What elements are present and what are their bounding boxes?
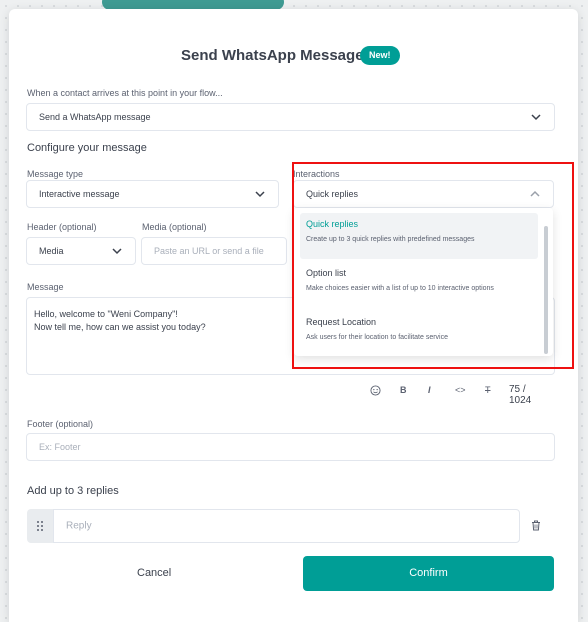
strikethrough-button[interactable]: T [485,385,491,395]
trigger-label: When a contact arrives at this point in … [27,88,223,98]
trigger-select-value: Send a WhatsApp message [39,112,151,122]
trigger-select[interactable]: Send a WhatsApp message [26,103,555,131]
chevron-down-icon [255,191,265,198]
media-label: Media (optional) [142,222,207,232]
message-text: Hello, welcome to "Weni Company"! Now te… [34,308,206,334]
cancel-button[interactable]: Cancel [137,567,171,579]
header-select[interactable]: Media [26,237,136,265]
footer-input[interactable]: Ex: Footer [26,433,555,461]
reply-placeholder: Reply [66,520,92,532]
option-quick-replies[interactable]: Quick replies Create up to 3 quick repli… [300,213,538,259]
reply-input[interactable]: Reply [53,509,520,543]
italic-button[interactable]: I [428,385,431,395]
interactions-value: Quick replies [306,189,359,199]
chevron-up-icon [530,190,540,197]
replies-heading: Add up to 3 replies [27,485,119,497]
modal-title: Send WhatsApp Message [181,47,364,64]
footer-label: Footer (optional) [27,419,94,429]
message-type-label: Message type [27,169,84,179]
option-description: Create up to 3 quick replies with predef… [306,236,475,243]
interactions-dropdown: Quick replies Create up to 3 quick repli… [294,208,553,356]
trash-icon[interactable] [531,520,541,531]
interactions-label: Interactions [293,169,340,179]
emoji-icon[interactable] [370,385,381,396]
message-type-value: Interactive message [39,189,120,199]
confirm-button[interactable]: Confirm [303,556,554,591]
option-description: Make choices easier with a list of up to… [306,285,494,292]
message-line-2: Now tell me, how can we assist you today… [34,322,206,332]
header-value: Media [39,246,64,256]
footer-placeholder: Ex: Footer [39,442,81,452]
drag-handle[interactable] [27,509,53,543]
option-title: Quick replies [306,219,359,229]
media-placeholder: Paste an URL or send a file [154,246,264,256]
header-label: Header (optional) [27,222,97,232]
drag-handle-icon [37,521,43,531]
message-type-select[interactable]: Interactive message [26,180,279,208]
bold-button[interactable]: B [400,385,407,395]
message-label: Message [27,282,64,292]
option-title: Option list [306,268,347,278]
media-input[interactable]: Paste an URL or send a file [141,237,287,265]
message-line-1: Hello, welcome to "Weni Company"! [34,309,178,319]
option-title: Request Location [306,317,377,327]
new-badge: New! [360,46,400,65]
interactions-select[interactable]: Quick replies [293,180,554,208]
option-option-list[interactable]: Option list Make choices easier with a l… [300,262,538,308]
character-counter: 75 / 1024 [509,384,532,406]
code-button[interactable]: <> [455,385,466,395]
option-description: Ask users for their location to facilita… [306,334,449,341]
send-whatsapp-modal: Send WhatsApp Message New! When a contac… [9,9,578,622]
option-request-location[interactable]: Request Location Ask users for their loc… [300,311,538,356]
chevron-down-icon [531,114,541,121]
configure-heading: Configure your message [27,142,147,154]
chevron-down-icon [112,248,122,255]
dropdown-scrollbar[interactable] [544,226,548,354]
